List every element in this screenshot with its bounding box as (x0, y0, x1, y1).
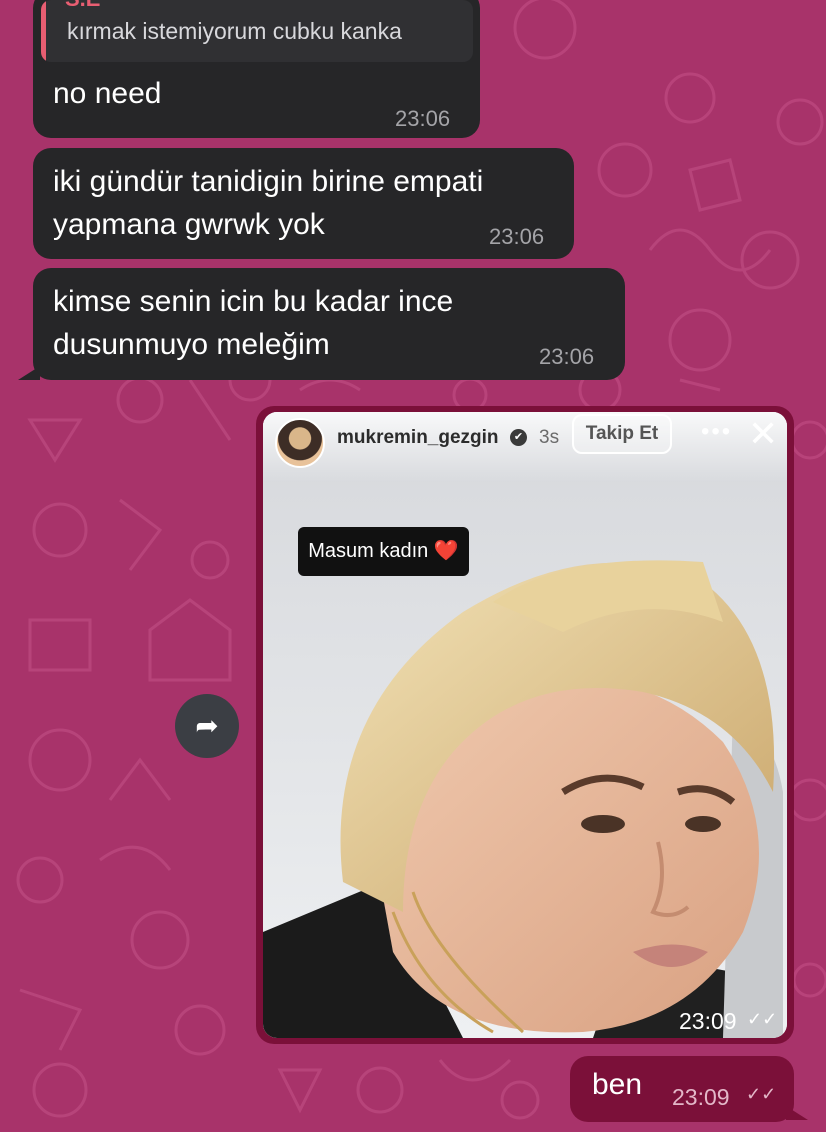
message-text: ben (592, 1068, 643, 1101)
follow-button[interactable]: Takip Et (572, 414, 672, 454)
message-text: no need (53, 77, 162, 110)
shared-story-message[interactable]: mukremin_gezgin ✔ 3s Takip Et ••• ✕ Masu… (256, 406, 794, 1044)
message-bubble-incoming[interactable]: iki gündür tanidigin birine empati yapma… (33, 148, 574, 259)
message-text: iki gündür tanidigin birine empati yapma… (53, 165, 484, 241)
bubble-tail (18, 366, 40, 380)
read-receipt-icon: ✓✓ (746, 1084, 777, 1104)
read-receipt-icon: ✓✓ (747, 1009, 778, 1029)
verified-icon: ✔ (510, 429, 527, 446)
close-icon[interactable]: ✕ (748, 414, 778, 454)
more-icon[interactable]: ••• (701, 418, 732, 446)
message-time: 23:09 (679, 1008, 737, 1034)
story-avatar[interactable] (275, 418, 325, 468)
story-username[interactable]: mukremin_gezgin (337, 427, 499, 449)
story-preview[interactable]: mukremin_gezgin ✔ 3s Takip Et ••• ✕ Masu… (263, 412, 787, 1038)
message-bubble-outgoing[interactable]: ben 23:09 ✓✓ (570, 1056, 794, 1122)
story-photo (263, 412, 787, 1038)
message-bubble-incoming[interactable]: S.E kırmak istemiyorum cubku kanka no ne… (33, 0, 480, 138)
story-age: 3s (539, 427, 560, 448)
reply-preview[interactable]: S.E kırmak istemiyorum cubku kanka (41, 0, 473, 62)
message-time: 23:09 (672, 1084, 730, 1110)
bubble-tail (786, 1106, 808, 1120)
message-time: 23:06 (489, 224, 545, 249)
forward-button[interactable]: ➦ (175, 694, 239, 758)
message-time: 23:06 (395, 106, 451, 131)
message-time: 23:06 (539, 344, 595, 369)
message-text: kimse senin icin bu kadar ince dusunmuyo… (53, 285, 454, 361)
message-bubble-incoming[interactable]: kimse senin icin bu kadar ince dusunmuyo… (33, 268, 625, 380)
forward-icon: ➦ (195, 710, 219, 741)
story-text-sticker: Masum kadın ❤️ (298, 527, 469, 576)
reply-text: kırmak istemiyorum cubku kanka (67, 18, 402, 44)
reply-accent-bar (41, 0, 46, 62)
reply-author: S.E (65, 0, 100, 12)
